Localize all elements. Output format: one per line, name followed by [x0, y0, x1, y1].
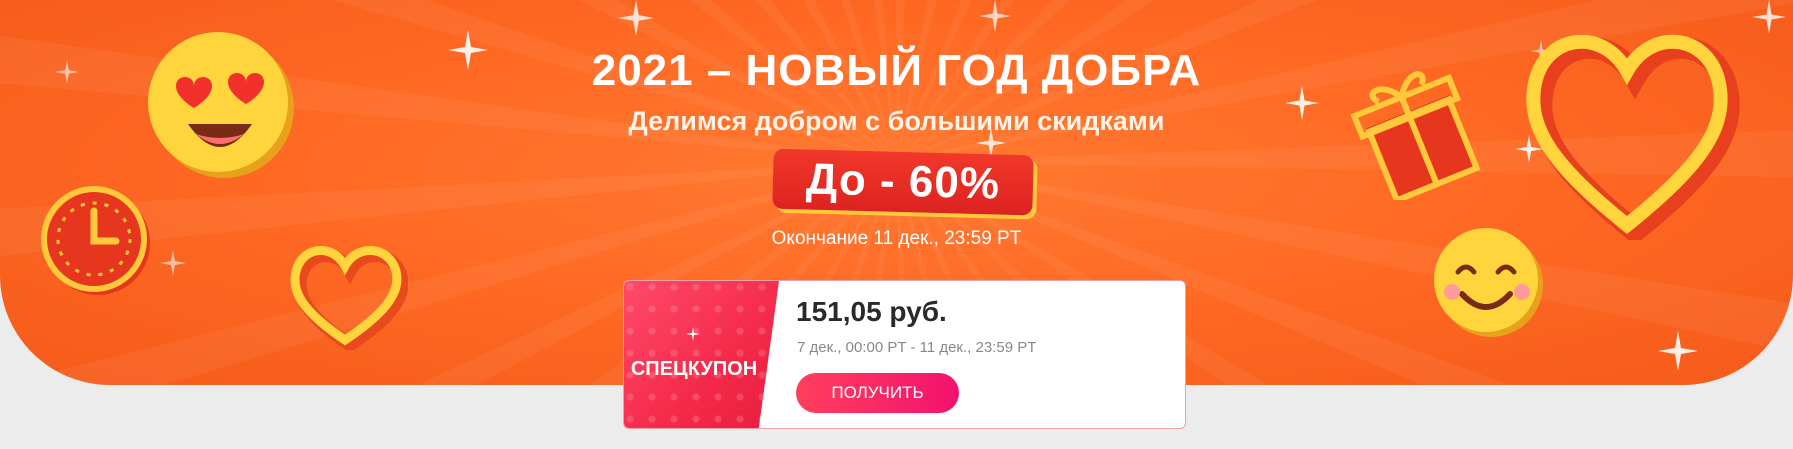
sparkle-icon: [618, 0, 654, 36]
sparkle-icon: [1752, 0, 1786, 34]
coupon-label-panel: [624, 281, 779, 428]
banner-subtitle: Делимся добром с большими скидками: [628, 106, 1165, 136]
promo-end-date: Окончание 11 дек., 23:59 PT: [771, 228, 1022, 249]
banner-title: 2021 – НОВЫЙ ГОД ДОБРА: [591, 46, 1202, 95]
discount-text: До - 60%: [805, 154, 1001, 209]
discount-badge: До - 60%: [772, 148, 1034, 216]
sparkle-icon: [979, 0, 1011, 32]
coupon-label: СПЕЦКУПОН: [630, 358, 758, 380]
coupon-validity-period: 7 дек., 00:00 PT - 11 дек., 23:59 PT: [797, 339, 1037, 356]
sparkle-icon: [1658, 331, 1698, 371]
sparkle-icon: [686, 327, 700, 341]
coupon-pattern: [624, 281, 779, 428]
get-coupon-button[interactable]: ПОЛУЧИТЬ: [796, 373, 959, 413]
coupon-amount: 151,05 руб.: [796, 296, 947, 327]
sparkle-icon: [160, 250, 186, 276]
